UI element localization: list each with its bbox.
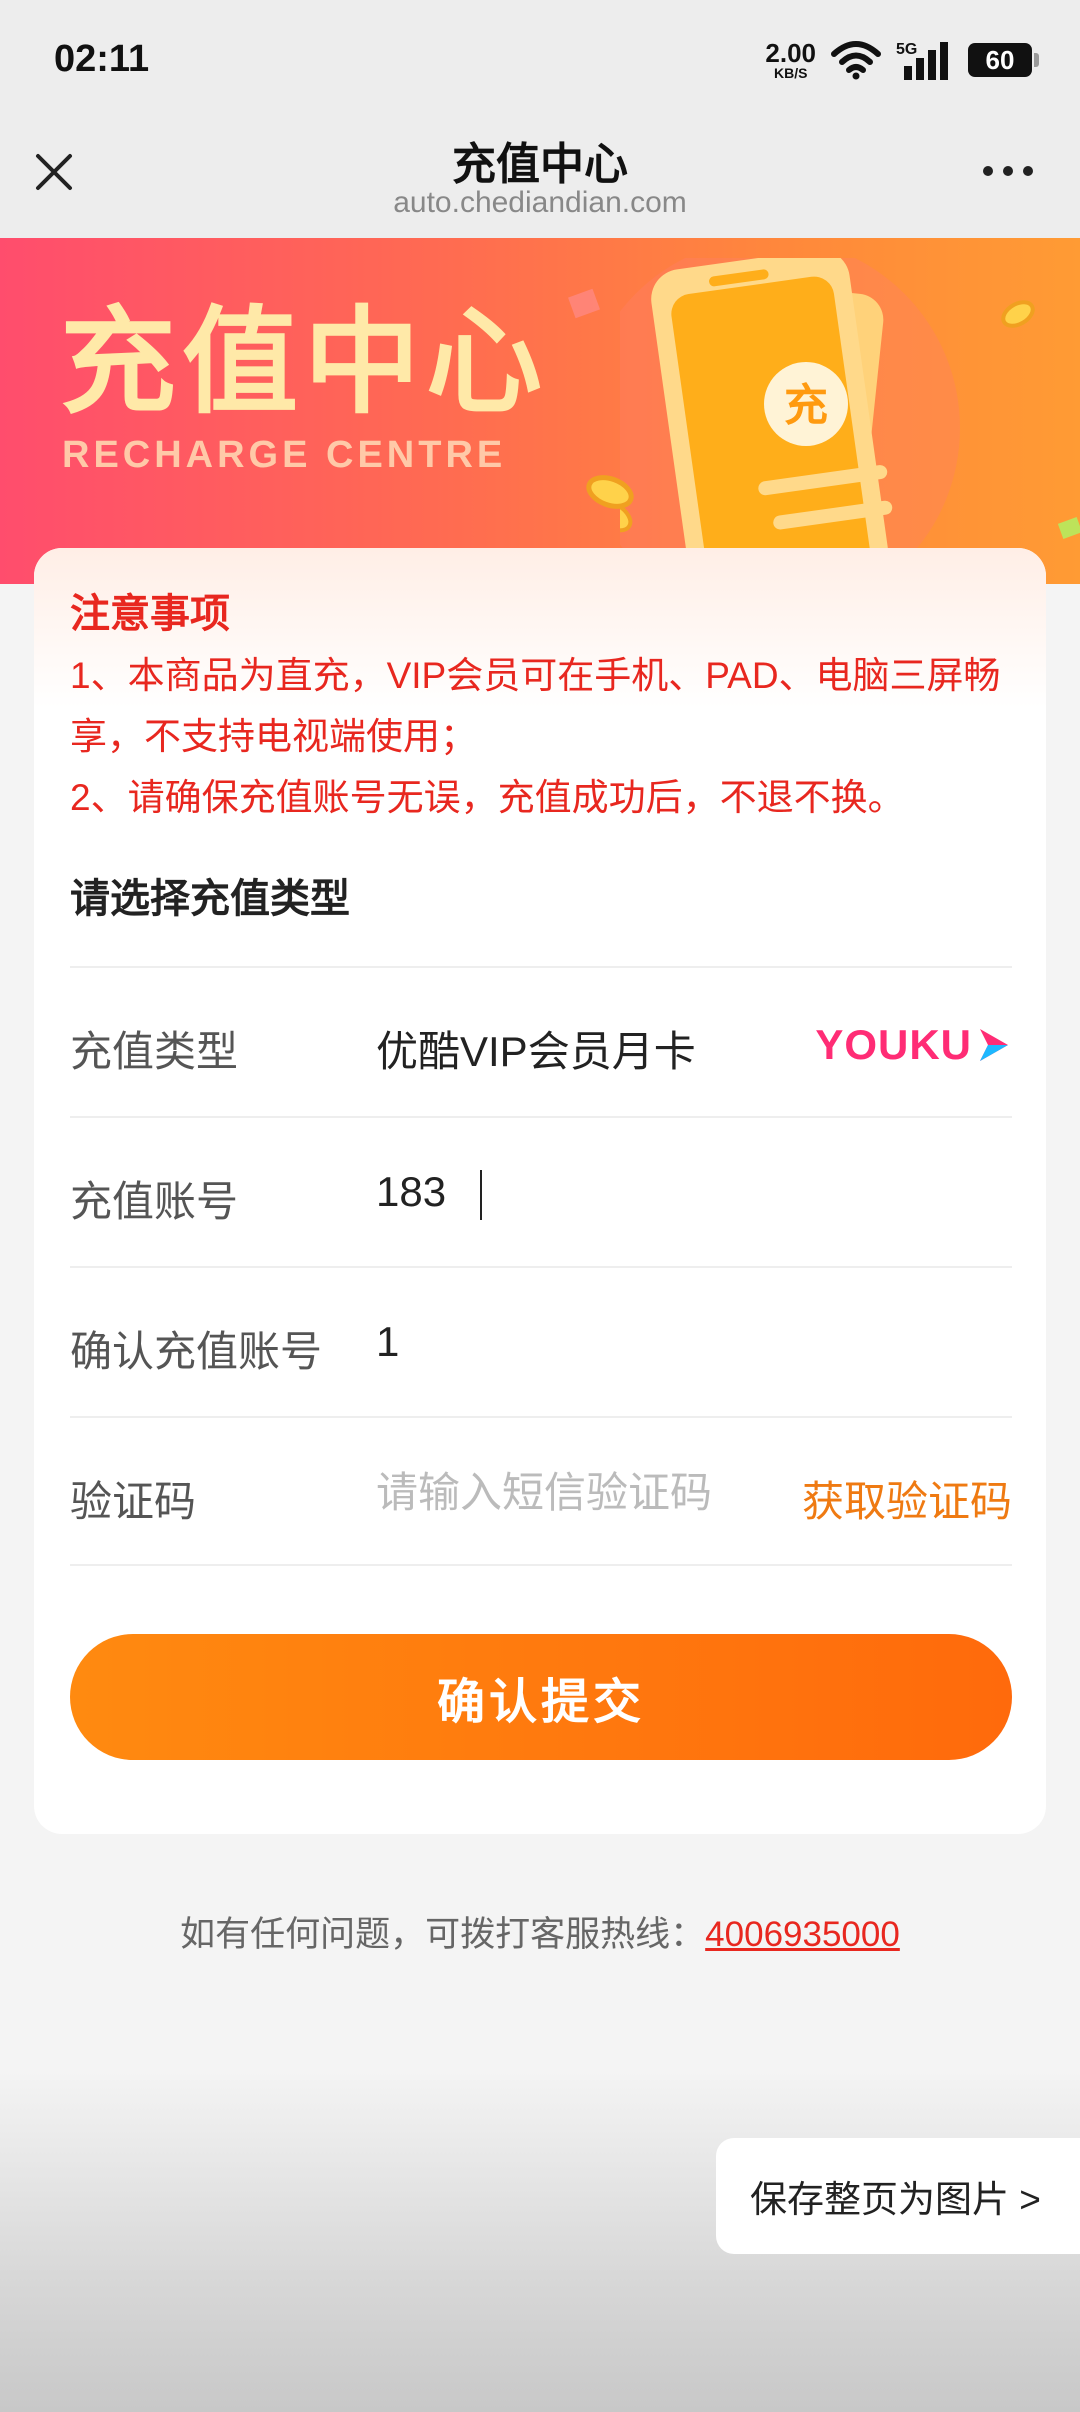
status-icons: 2.00 KB/S 5G 60	[765, 38, 1039, 82]
confirm-account-input[interactable]: 1	[376, 1318, 399, 1366]
account-input[interactable]: 183	[376, 1168, 446, 1216]
confetti-icon	[568, 288, 601, 319]
account-label: 充值账号	[70, 1178, 239, 1225]
hotline-line: 如有任何问题，可拨打客服热线：4006935000	[0, 1906, 1080, 1957]
notice-line-2: 2、请确保充值账号无误，充值成功后，不退不换。	[70, 777, 905, 818]
notice-title: 注意事项	[70, 592, 230, 636]
page-url: auto.chediandian.com	[393, 186, 687, 219]
wifi-icon	[831, 41, 881, 80]
recharge-card: 注意事项 1、本商品为直充，VIP会员可在手机、PAD、电脑三屏畅享，不支持电视…	[34, 548, 1046, 1834]
notice-block: 注意事项 1、本商品为直充，VIP会员可在手机、PAD、电脑三屏畅享，不支持电视…	[70, 584, 1030, 828]
youku-logo-text: YOUKU	[815, 1021, 972, 1068]
verification-label: 验证码	[70, 1478, 197, 1525]
coin-icon	[586, 475, 634, 509]
recharge-type-row[interactable]: 充值类型 优酷VIP会员月卡 YOUKU	[70, 966, 1012, 1116]
verification-row: 验证码 获取验证码	[70, 1416, 1012, 1566]
recharge-type-label: 充值类型	[70, 1028, 239, 1075]
youku-play-icon	[980, 1029, 1008, 1061]
page-title: 充值中心	[452, 140, 628, 189]
nav-bar: 充值中心 auto.chediandian.com	[0, 120, 1080, 238]
signal-5g-icon: 5G	[896, 41, 948, 80]
recharge-type-value[interactable]: 优酷VIP会员月卡	[376, 1018, 696, 1079]
network-speed: 2.00 KB/S	[765, 40, 816, 80]
account-row: 充值账号 183	[70, 1116, 1012, 1266]
status-time: 02:11	[54, 38, 150, 80]
status-bar: 02:11 2.00 KB/S 5G 60	[0, 0, 1080, 120]
more-icon[interactable]	[980, 156, 1036, 186]
svg-text:5G: 5G	[896, 41, 917, 58]
battery-icon: 60	[968, 43, 1039, 77]
network-speed-value: 2.00	[765, 38, 816, 68]
hotline-number-link[interactable]: 4006935000	[705, 1915, 900, 1954]
banner-subtitle: RECHARGE CENTRE	[62, 434, 507, 476]
save-page-button[interactable]: 保存整页为图片 >	[716, 2138, 1080, 2254]
notice-line-1: 1、本商品为直充，VIP会员可在手机、PAD、电脑三屏畅享，不支持电视端使用；	[70, 655, 1001, 757]
section-title: 请选择充值类型	[70, 877, 350, 921]
recharge-banner: 充值中心 RECHARGE CENTRE 充	[0, 238, 1080, 584]
hotline-text: 如有任何问题，可拨打客服热线：	[180, 1915, 706, 1954]
banner-title: 充值中心	[60, 297, 548, 427]
youku-logo: YOUKU	[815, 1020, 1012, 1070]
confirm-account-label: 确认充值账号	[70, 1328, 323, 1375]
text-cursor	[480, 1170, 482, 1220]
get-code-button[interactable]: 获取验证码	[802, 1468, 1012, 1529]
verification-code-input[interactable]	[376, 1458, 756, 1528]
network-speed-unit: KB/S	[773, 65, 808, 81]
banner-icon-char: 充	[784, 380, 828, 431]
confirm-account-row: 确认充值账号 1	[70, 1266, 1012, 1416]
phone-illustration: 充	[620, 258, 1080, 584]
submit-button[interactable]: 确认提交	[70, 1634, 1012, 1760]
